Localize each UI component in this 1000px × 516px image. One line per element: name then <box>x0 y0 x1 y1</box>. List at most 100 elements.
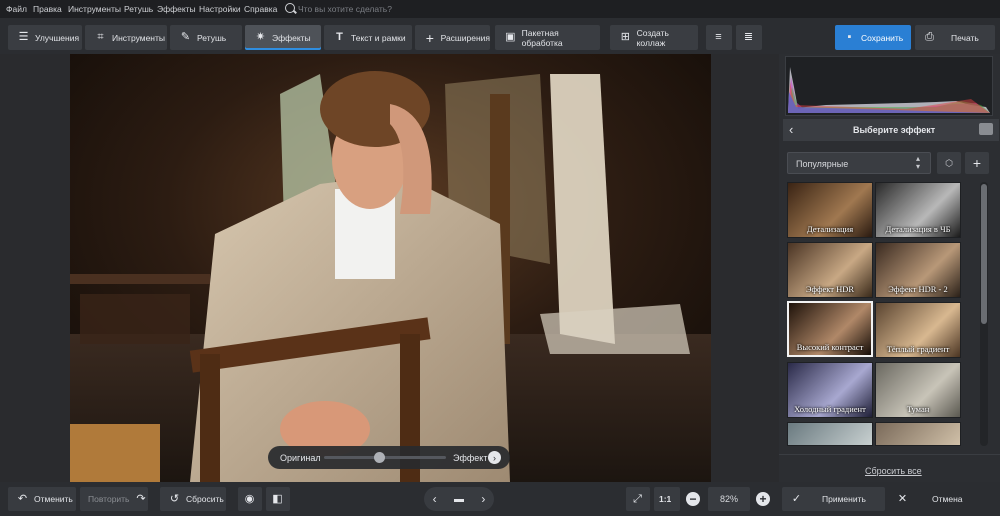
fit-screen-icon: ⤢ <box>633 492 642 505</box>
search-input[interactable] <box>298 3 418 15</box>
thumb-image <box>788 423 872 445</box>
add-effect-button[interactable]: + <box>965 152 989 174</box>
back-arrow-icon[interactable]: ‹ <box>789 122 793 137</box>
tab-label: Расширения <box>440 32 490 43</box>
apply-button[interactable]: ✓ Применить <box>782 487 885 511</box>
tab-enhancements[interactable]: ☰ Улучшения <box>8 25 82 50</box>
menu-settings[interactable]: Настройки <box>199 4 241 14</box>
before-after-button[interactable]: ◧ <box>266 487 290 511</box>
zoom-in-button[interactable]: + <box>756 492 770 506</box>
scrollbar-thumb[interactable] <box>981 184 987 324</box>
effects-panel: ‹ Выберите эффект Популярные ▴ ▾ ⬡ + Дета… <box>779 54 1000 482</box>
file-navigator: ‹ ▬ › <box>424 487 494 511</box>
preview-button[interactable]: ◉ <box>238 487 262 511</box>
zoom-out-button[interactable]: − <box>686 492 700 506</box>
ratio-label: 1:1 <box>659 494 672 504</box>
effects-scrollbar[interactable] <box>980 182 988 446</box>
effect-thumb-partial-2[interactable] <box>875 422 961 446</box>
print-button[interactable]: ⎙ Печать <box>915 25 995 50</box>
cube-icon: ⬡ <box>945 157 953 168</box>
batch-label: Пакетная обработка <box>521 27 563 48</box>
effect-label: Высокий контраст <box>796 342 864 352</box>
compare-slider-bar: Оригинал Эффект › <box>268 446 510 469</box>
redo-button[interactable]: Повторить ↷ <box>80 487 148 511</box>
chevron-right-icon[interactable]: › <box>488 451 501 464</box>
updown-icon: ▴ ▾ <box>916 154 921 171</box>
zoom-field[interactable]: 82% <box>708 487 750 511</box>
reset-all-link[interactable]: Сбросить все <box>865 466 922 476</box>
menu-retouch[interactable]: Ретушь <box>124 4 153 14</box>
effect-thumb-detail[interactable]: Детализация <box>787 182 873 238</box>
collage-icon: ⊞ <box>620 31 630 43</box>
cancel-button[interactable]: ✕ Отмена <box>890 487 995 511</box>
check-icon: ✓ <box>791 492 802 505</box>
effect-thumb-warm-gradient[interactable]: Тёплый градиент <box>875 302 961 358</box>
save-button[interactable]: ▪ Сохранить <box>835 25 911 50</box>
effect-thumb-partial-1[interactable] <box>787 422 873 446</box>
compare-slider-handle[interactable] <box>374 452 385 463</box>
tab-label: Эффекты <box>272 32 311 43</box>
batch-processing-button[interactable]: ▣ Пакетная обработка <box>495 25 600 50</box>
menu-tools[interactable]: Инструменты <box>68 4 121 14</box>
histogram <box>785 56 993 116</box>
add-preset-button[interactable]: ≡ <box>706 25 732 50</box>
compare-track[interactable] <box>324 452 446 463</box>
folder-icon[interactable]: ▬ <box>454 494 464 505</box>
menu-help[interactable]: Справка <box>244 4 277 14</box>
toolbar: ☰ Улучшения ⌗ Инструменты ✎ Ретушь ✷ Эфф… <box>0 18 1000 54</box>
menu-edit[interactable]: Правка <box>33 4 62 14</box>
redo-icon: ↷ <box>136 492 146 505</box>
menu-file[interactable]: Файл <box>6 4 27 14</box>
print-label: Печать <box>951 32 979 43</box>
create-collage-button[interactable]: ⊞ Создать коллаж <box>610 25 698 50</box>
sliders-icon: ☰ <box>18 31 29 43</box>
actual-size-button[interactable]: 1:1 <box>654 487 680 511</box>
effect-thumb-hdr[interactable]: Эффект HDR <box>787 242 873 298</box>
divider <box>779 454 1000 455</box>
fit-screen-button[interactable]: ⤢ <box>626 487 650 511</box>
plus-icon: + <box>759 492 767 506</box>
effect-thumb-high-contrast[interactable]: Высокий контраст <box>787 301 873 357</box>
printer-icon: ⎙ <box>925 31 934 43</box>
effect-label: Туман <box>906 404 930 414</box>
photo-canvas[interactable] <box>70 54 711 482</box>
category-value: Популярные <box>796 159 849 169</box>
brush-icon: ✎ <box>180 31 191 43</box>
eye-icon: ◉ <box>244 492 255 505</box>
category-select[interactable]: Популярные ▴ ▾ <box>787 152 931 174</box>
menu-effects[interactable]: Эффекты <box>157 4 196 14</box>
tab-retouch[interactable]: ✎ Ретушь <box>170 25 242 50</box>
tab-effects[interactable]: ✷ Эффекты <box>245 25 321 50</box>
history-button[interactable]: ≣ <box>736 25 762 50</box>
cancel-label: Отмена <box>932 494 963 504</box>
collage-label: Создать коллаж <box>636 27 669 48</box>
reset-label: Сбросить <box>186 494 224 504</box>
histogram-graph <box>788 67 990 113</box>
undo-button[interactable]: ↶ Отменить <box>8 487 76 511</box>
chevron-right-icon[interactable]: › <box>481 492 485 506</box>
search-icon[interactable] <box>285 3 295 13</box>
tab-text-frames[interactable]: T Текст и рамки <box>324 25 412 50</box>
effect-thumb-detail-bw[interactable]: Детализация в ЧБ <box>875 182 961 238</box>
effect-thumb-cold-gradient[interactable]: Холодный градиент <box>787 362 873 418</box>
bottom-bar: ↶ Отменить Повторить ↷ ↺ Сбросить ◉ ◧ ‹ … <box>0 482 1000 516</box>
original-label: Оригинал <box>280 453 321 463</box>
tab-tools[interactable]: ⌗ Инструменты <box>85 25 167 50</box>
photo-image <box>70 54 711 482</box>
add-preset-icon: ≡ <box>715 31 722 43</box>
reset-button[interactable]: ↺ Сбросить <box>160 487 226 511</box>
effect-label: Детализация в ЧБ <box>885 224 951 234</box>
tab-label: Ретушь <box>197 32 227 43</box>
panel-header: ‹ Выберите эффект <box>783 119 999 141</box>
3d-effects-button[interactable]: ⬡ <box>937 152 961 174</box>
image-icon: ▣ <box>505 31 516 43</box>
tab-extensions[interactable]: + Расширения <box>415 25 490 50</box>
effect-thumb-hdr-2[interactable]: Эффект HDR - 2 <box>875 242 961 298</box>
split-view-icon: ◧ <box>272 492 283 505</box>
tab-label: Улучшения <box>35 32 80 43</box>
effect-label: Детализация <box>806 224 854 234</box>
chevron-left-icon[interactable]: ‹ <box>433 492 437 506</box>
menu-bar: Файл Правка Инструменты Ретушь Эффекты Н… <box>0 0 1000 18</box>
effect-thumb-fog[interactable]: Туман <box>875 362 961 418</box>
compare-view-icon[interactable] <box>979 123 993 135</box>
